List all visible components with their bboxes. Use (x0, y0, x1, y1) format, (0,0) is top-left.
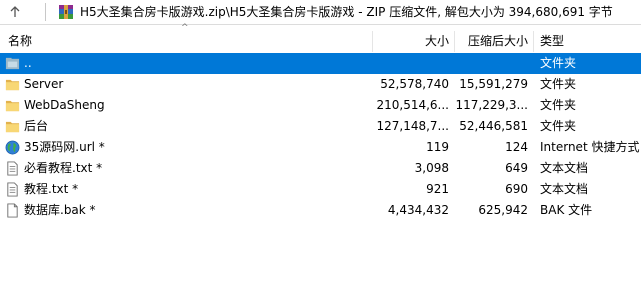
arrow-up-icon (10, 6, 20, 17)
up-level-button[interactable] (0, 0, 30, 24)
file-type: 文件夹 (540, 119, 577, 133)
file-type: 文件夹 (540, 56, 577, 70)
file-packed-size: 15,591,279 (459, 77, 528, 91)
file-name: 必看教程.txt * (24, 161, 103, 175)
file-type: 文本文档 (540, 161, 589, 175)
text-file-icon (7, 161, 18, 176)
folder-icon (5, 79, 20, 91)
address-bar: H5大圣集合房卡版游戏.zip\H5大圣集合房卡版游戏 - ZIP 压缩文件, … (0, 0, 641, 25)
file-size: 52,578,740 (380, 77, 449, 91)
file-size: 210,514,6... (376, 98, 449, 112)
file-name: WebDaSheng (24, 98, 105, 112)
file-name: 后台 (24, 119, 49, 133)
address-separator (45, 3, 46, 21)
file-type: 文件夹 (540, 77, 577, 91)
file-row-url[interactable]: 35源码网.url * 119 124 Internet 快捷方式 (0, 137, 641, 158)
archive-path[interactable]: H5大圣集合房卡版游戏.zip\H5大圣集合房卡版游戏 - ZIP 压缩文件, … (80, 0, 613, 24)
file-name: 数据库.bak * (24, 203, 96, 217)
column-divider[interactable] (533, 31, 534, 52)
file-size: 127,148,7... (376, 119, 449, 133)
text-file-icon (7, 182, 18, 197)
column-name[interactable]: 名称 (8, 31, 32, 52)
file-size: 3,098 (414, 161, 449, 175)
file-packed-size: 649 (505, 161, 528, 175)
file-size (370, 53, 449, 74)
file-row-server[interactable]: Server 52,578,740 15,591,279 文件夹 (0, 74, 641, 95)
archive-rar-icon (59, 5, 73, 19)
folder-icon (5, 121, 20, 133)
file-name: .. (24, 56, 32, 70)
file-row-parent[interactable]: .. 文件夹 (0, 53, 641, 74)
file-list: .. 文件夹 Server 52,578,740 15,591,279 文件夹 … (0, 53, 641, 221)
file-type: 文本文档 (540, 182, 589, 196)
file-packed-size: 124 (505, 140, 528, 154)
file-name: Server (24, 77, 64, 91)
column-size[interactable]: 大小 (373, 31, 449, 52)
file-name: 教程.txt * (24, 182, 79, 196)
folder-icon (5, 100, 20, 112)
file-size: 119 (426, 140, 449, 154)
archive-window: H5大圣集合房卡版游戏.zip\H5大圣集合房卡版游戏 - ZIP 压缩文件, … (0, 0, 641, 294)
column-type[interactable]: 类型 (540, 31, 564, 52)
file-type: BAK 文件 (540, 203, 593, 217)
globe-icon (5, 140, 20, 155)
blank-file-icon (7, 203, 18, 218)
folder-up-icon (5, 57, 20, 70)
file-packed-size (452, 53, 528, 74)
column-header: 名称 大小 压缩后大小 类型 (0, 31, 641, 52)
column-packed-size[interactable]: 压缩后大小 (455, 31, 528, 52)
file-name: 35源码网.url * (24, 140, 105, 154)
file-size: 4,434,432 (387, 203, 449, 217)
file-row-houtai[interactable]: 后台 127,148,7... 52,446,581 文件夹 (0, 116, 641, 137)
file-row-jiaocheng[interactable]: 教程.txt * 921 690 文本文档 (0, 179, 641, 200)
file-type: 文件夹 (540, 98, 577, 112)
file-row-database[interactable]: 数据库.bak * 4,434,432 625,942 BAK 文件 (0, 200, 641, 221)
file-packed-size: 117,229,3... (455, 98, 528, 112)
file-row-webdasheng[interactable]: WebDaSheng 210,514,6... 117,229,3... 文件夹 (0, 95, 641, 116)
file-packed-size: 690 (505, 182, 528, 196)
file-size: 921 (426, 182, 449, 196)
file-packed-size: 52,446,581 (459, 119, 528, 133)
file-type: Internet 快捷方式 (540, 140, 640, 154)
file-row-bikan[interactable]: 必看教程.txt * 3,098 649 文本文档 (0, 158, 641, 179)
file-packed-size: 625,942 (478, 203, 528, 217)
